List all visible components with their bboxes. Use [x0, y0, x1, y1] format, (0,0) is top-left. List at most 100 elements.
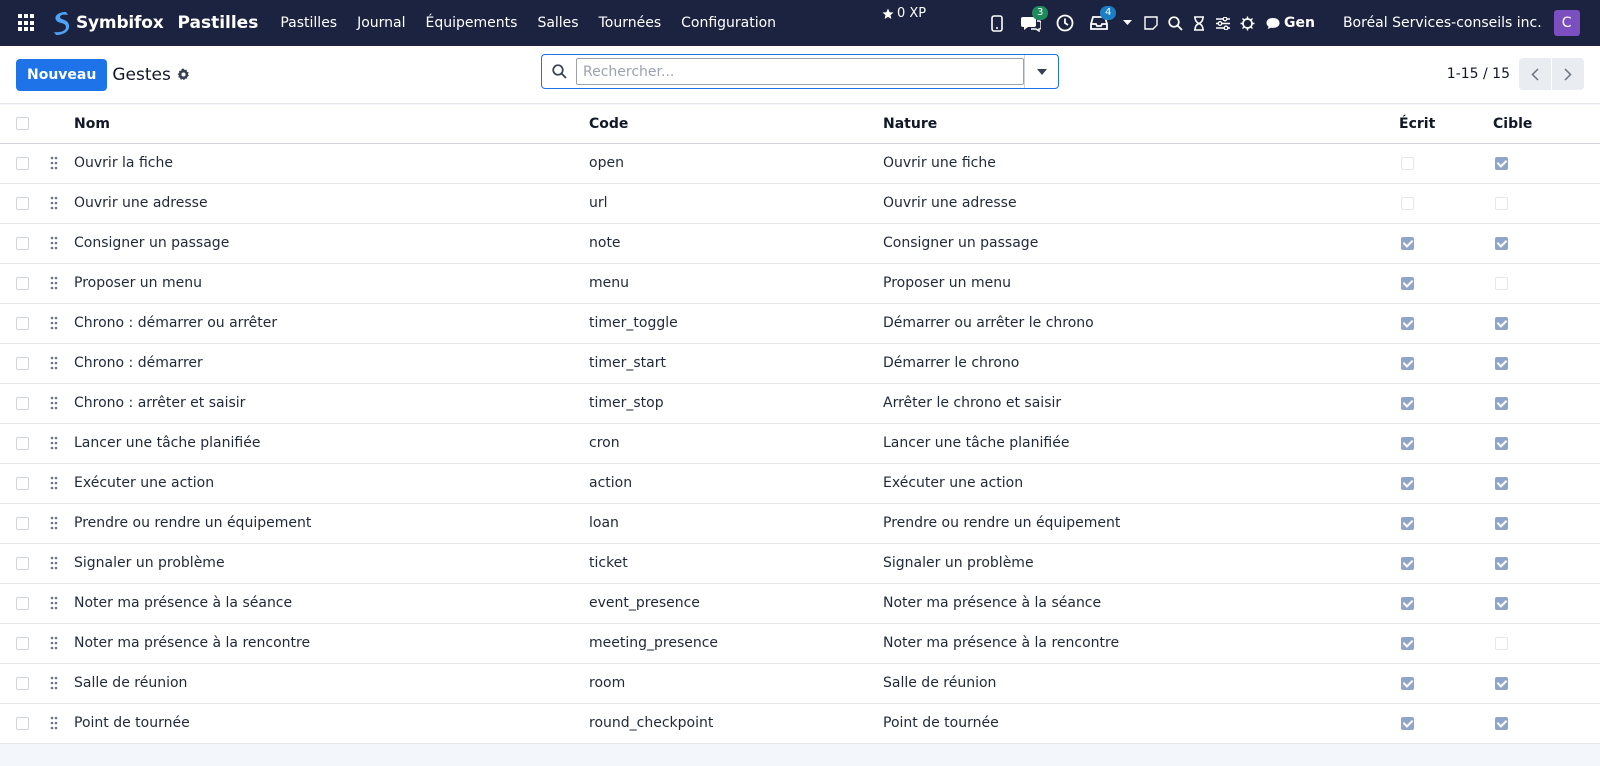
sticky-note-icon[interactable]	[1142, 14, 1160, 32]
drag-handle-icon[interactable]	[50, 156, 58, 170]
caret-down-icon[interactable]	[1118, 14, 1136, 32]
app-name[interactable]: Pastilles	[177, 13, 258, 33]
row-select-checkbox[interactable]	[16, 356, 29, 370]
drag-handle-icon[interactable]	[50, 636, 58, 650]
table-row[interactable]: Salle de réunion room Salle de réunion	[0, 663, 1600, 704]
table-row[interactable]: Ouvrir une adresse url Ouvrir une adresse	[0, 183, 1600, 224]
brand[interactable]: Symbifox	[50, 10, 164, 36]
new-button[interactable]: Nouveau	[16, 58, 108, 91]
main-menu: Pastilles Journal Équipements Salles Tournée…	[270, 15, 786, 31]
select-all-checkbox[interactable]	[16, 117, 29, 131]
cell-code: round_checkpoint	[589, 703, 883, 744]
cell-nature: Arrêter le chrono et saisir	[883, 383, 1399, 424]
row-select-checkbox[interactable]	[16, 636, 29, 650]
table-row[interactable]: Chrono : arrêter et saisir timer_stop Arrê…	[0, 383, 1600, 424]
top-navbar: Symbifox Pastilles Pastilles Journal Équip…	[0, 0, 1600, 46]
menu-item-configuration[interactable]: Configuration	[671, 15, 786, 31]
menu-item-equipements[interactable]: Équipements	[416, 15, 528, 31]
table-row[interactable]: Ouvrir la fiche open Ouvrir une fiche	[0, 143, 1600, 184]
row-select-checkbox[interactable]	[16, 196, 29, 210]
row-select-checkbox[interactable]	[16, 316, 29, 330]
written-checkbox	[1401, 716, 1414, 730]
drag-handle-icon[interactable]	[50, 556, 58, 570]
drag-handle-icon[interactable]	[50, 596, 58, 610]
row-select-checkbox[interactable]	[16, 596, 29, 610]
row-select-checkbox[interactable]	[16, 276, 29, 290]
row-select-checkbox[interactable]	[16, 236, 29, 250]
pager-value[interactable]: 1-15 / 15	[1447, 66, 1510, 82]
row-select-checkbox[interactable]	[16, 436, 29, 450]
menu-item-salles[interactable]: Salles	[527, 15, 588, 31]
pager-next-button[interactable]	[1552, 58, 1584, 90]
drag-handle-icon[interactable]	[50, 356, 58, 370]
sliders-icon[interactable]	[1214, 14, 1232, 32]
cell-nature: Prendre ou rendre un équipement	[883, 503, 1399, 544]
target-checkbox	[1495, 676, 1508, 690]
search-input[interactable]	[576, 58, 1024, 85]
written-checkbox	[1401, 476, 1414, 490]
drag-handle-icon[interactable]	[50, 516, 58, 530]
messages-icon[interactable]: 3	[1020, 6, 1049, 34]
drag-handle-icon[interactable]	[50, 276, 58, 290]
drag-handle-icon[interactable]	[50, 476, 58, 490]
gear-icon[interactable]	[177, 68, 191, 82]
chat-gen-button[interactable]: Gen	[1266, 15, 1315, 31]
pager-previous-button[interactable]	[1519, 58, 1551, 90]
row-select-checkbox[interactable]	[16, 716, 29, 730]
cell-code: room	[589, 663, 883, 704]
row-select-checkbox[interactable]	[16, 476, 29, 490]
row-select-checkbox[interactable]	[16, 556, 29, 570]
drag-handle-icon[interactable]	[50, 436, 58, 450]
search-icon[interactable]	[1166, 14, 1184, 32]
drag-handle-icon[interactable]	[50, 676, 58, 690]
table-row[interactable]: Chrono : démarrer timer_start Démarrer le …	[0, 343, 1600, 384]
menu-item-pastilles[interactable]: Pastilles	[270, 15, 347, 31]
page-title[interactable]: Gestes	[112, 65, 170, 85]
table-row[interactable]: Lancer une tâche planifiée cron Lancer une…	[0, 423, 1600, 464]
activities-inbox-icon[interactable]: 4	[1088, 6, 1117, 34]
target-checkbox	[1495, 476, 1508, 490]
search-options-toggle[interactable]	[1024, 55, 1058, 88]
table-row[interactable]: Signaler un problème ticket Signaler un pr…	[0, 543, 1600, 584]
company-name[interactable]: Boréal Services-conseils inc.	[1343, 15, 1542, 31]
apps-grid-icon[interactable]	[18, 14, 36, 32]
written-checkbox	[1401, 396, 1414, 410]
table-row[interactable]: Noter ma présence à la séance event_prese…	[0, 583, 1600, 624]
row-select-checkbox[interactable]	[16, 516, 29, 530]
xp-indicator[interactable]: 0 XP	[882, 6, 926, 21]
column-header-written[interactable]: Écrit	[1399, 105, 1493, 144]
hourglass-icon[interactable]	[1190, 14, 1208, 32]
cell-code: action	[589, 463, 883, 504]
column-header-code[interactable]: Code	[589, 105, 883, 144]
cell-name: Prendre ou rendre un équipement	[74, 503, 589, 544]
row-select-checkbox[interactable]	[16, 676, 29, 690]
table-row[interactable]: Chrono : démarrer ou arrêter timer_toggle…	[0, 303, 1600, 344]
column-header-nature[interactable]: Nature	[883, 105, 1399, 144]
user-avatar[interactable]: C	[1553, 10, 1580, 36]
bug-icon[interactable]	[1238, 14, 1256, 32]
table-row[interactable]: Point de tournée round_checkpoint Point de…	[0, 703, 1600, 744]
search-icon[interactable]	[542, 64, 576, 79]
menu-item-journal[interactable]: Journal	[347, 15, 415, 31]
written-checkbox	[1401, 156, 1414, 170]
table-row[interactable]: Prendre ou rendre un équipement loan Prend…	[0, 503, 1600, 544]
table-row[interactable]: Proposer un menu menu Proposer un menu	[0, 263, 1600, 304]
menu-item-tournees[interactable]: Tournées	[589, 15, 672, 31]
column-header-target[interactable]: Cible	[1493, 105, 1600, 144]
row-select-checkbox[interactable]	[16, 156, 29, 170]
table-row[interactable]: Consigner un passage note Consigner un pas…	[0, 223, 1600, 264]
table-row[interactable]: Noter ma présence à la rencontre meeting_…	[0, 623, 1600, 664]
drag-handle-icon[interactable]	[50, 236, 58, 250]
mobile-icon[interactable]	[986, 12, 1008, 34]
table-row[interactable]: Exécuter une action action Exécuter une ac…	[0, 463, 1600, 504]
column-header-name[interactable]: Nom	[74, 105, 589, 144]
row-select-checkbox[interactable]	[16, 396, 29, 410]
clock-icon[interactable]	[1054, 12, 1076, 34]
drag-handle-icon[interactable]	[50, 196, 58, 210]
target-checkbox	[1495, 356, 1508, 370]
drag-handle-icon[interactable]	[50, 316, 58, 330]
drag-handle-icon[interactable]	[50, 396, 58, 410]
cell-code: timer_toggle	[589, 303, 883, 344]
drag-handle-icon[interactable]	[50, 716, 58, 730]
cell-nature: Salle de réunion	[883, 663, 1399, 704]
